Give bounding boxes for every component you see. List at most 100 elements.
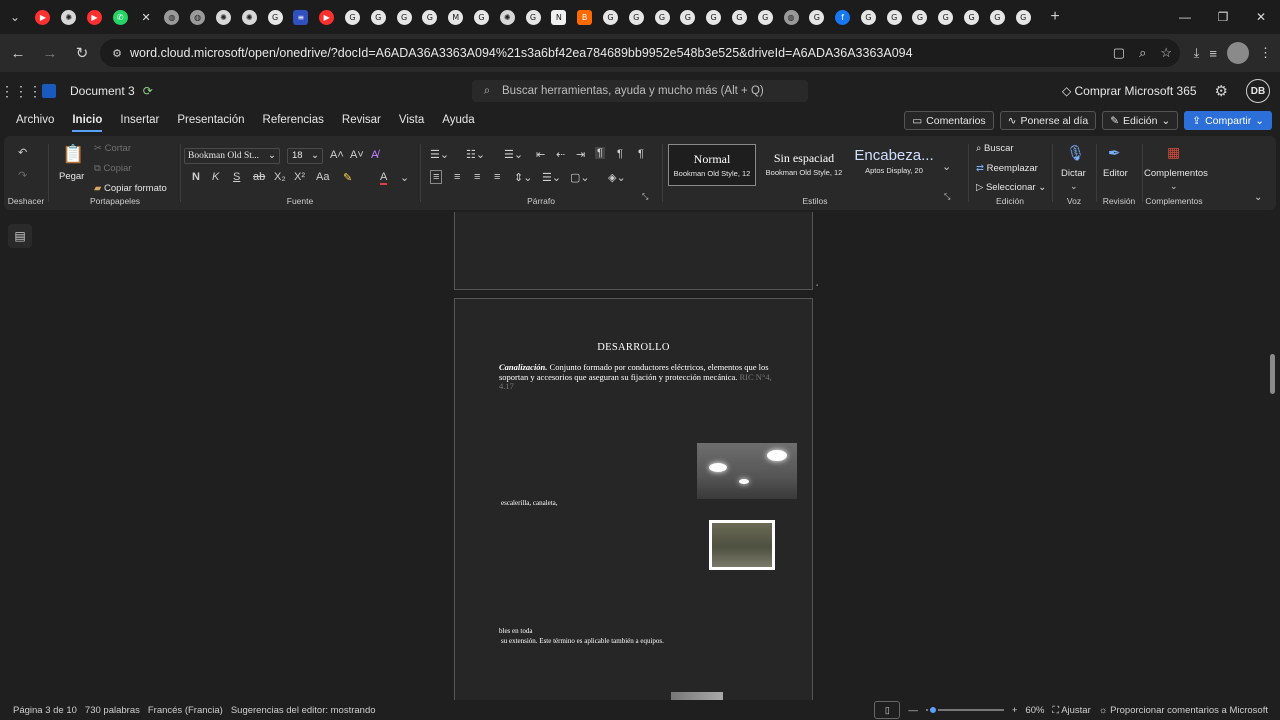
clipboard-icon[interactable]: ▢ xyxy=(1113,45,1125,61)
browser-tab[interactable]: ✺ xyxy=(494,0,520,34)
word-count[interactable]: 730 palabras xyxy=(85,705,140,716)
browser-tab[interactable]: G xyxy=(649,0,675,34)
forward-icon[interactable]: → xyxy=(36,39,64,67)
current-page[interactable]: DESARROLLO Canalización. Conjunto formad… xyxy=(454,298,813,700)
tab-revisar[interactable]: Revisar xyxy=(342,110,381,132)
previous-page[interactable] xyxy=(454,212,813,290)
cut-button[interactable]: ✂ Cortar xyxy=(94,143,131,154)
browser-tab[interactable]: G xyxy=(262,0,288,34)
editor-suggestions[interactable]: Sugerencias del editor: mostrando xyxy=(231,705,376,716)
browser-tab[interactable]: ✺ xyxy=(56,0,82,34)
browser-tab[interactable]: ✆ xyxy=(107,0,133,34)
catch-up-button[interactable]: ∿ Ponerse al día xyxy=(999,111,1097,130)
wall-conduit-image[interactable] xyxy=(709,520,775,570)
zoom-knob[interactable] xyxy=(927,705,938,715)
browser-tab[interactable]: M xyxy=(443,0,469,34)
bookmark-star-icon[interactable]: ☆ xyxy=(1160,45,1172,61)
browser-tab[interactable]: G xyxy=(469,0,495,34)
url-text[interactable]: word.cloud.microsoft/open/onedrive/?docI… xyxy=(130,46,1030,60)
browser-tab[interactable]: G xyxy=(623,0,649,34)
vertical-scrollbar[interactable] xyxy=(1270,354,1275,394)
browser-tab[interactable]: G xyxy=(1010,0,1036,34)
browser-tab[interactable]: ◍ xyxy=(778,0,804,34)
user-avatar[interactable]: DB xyxy=(1246,79,1270,103)
browser-tab[interactable]: N xyxy=(546,0,572,34)
browser-tab[interactable]: G xyxy=(933,0,959,34)
new-tab-button[interactable]: + xyxy=(1042,0,1068,34)
zoom-in-icon[interactable]: + xyxy=(1012,705,1018,716)
browser-tab[interactable]: G xyxy=(417,0,443,34)
document-text-line[interactable]: su extensión. Este término es aplicable … xyxy=(501,637,664,645)
copy-button[interactable]: ⧉ Copiar xyxy=(94,163,131,174)
zoom-level[interactable]: 60% xyxy=(1025,705,1044,716)
browser-tab[interactable]: G xyxy=(675,0,701,34)
tab-inicio[interactable]: Inicio xyxy=(72,110,103,132)
close-window-icon[interactable]: ✕ xyxy=(1242,0,1280,34)
browser-tab[interactable]: ✕ xyxy=(133,0,159,34)
document-heading[interactable]: DESARROLLO xyxy=(455,342,812,353)
browser-tab[interactable]: G xyxy=(752,0,778,34)
browser-tab[interactable]: ≡ xyxy=(288,0,314,34)
paste-button[interactable]: Pegar xyxy=(59,171,84,182)
language[interactable]: Francés (Francia) xyxy=(148,705,223,716)
browser-tab[interactable]: G xyxy=(804,0,830,34)
redo-icon[interactable]: ↷ xyxy=(18,169,27,182)
site-info-icon[interactable]: ⚙ xyxy=(104,47,130,60)
app-launcher-icon[interactable]: ⋮⋮⋮ xyxy=(0,83,42,100)
format-painter-button[interactable]: ▰ Copiar formato xyxy=(94,183,167,194)
browser-tab[interactable]: G xyxy=(856,0,882,34)
undo-icon[interactable]: ↶ xyxy=(18,146,27,159)
tab-vista[interactable]: Vista xyxy=(399,110,424,132)
browser-tab[interactable]: G xyxy=(340,0,366,34)
browser-tab[interactable]: ▶ xyxy=(314,0,340,34)
buy-microsoft-365-button[interactable]: ◇ Comprar Microsoft 365 xyxy=(1062,84,1197,98)
back-icon[interactable]: ← xyxy=(4,39,32,67)
share-button[interactable]: ⇪ Compartir ⌄ xyxy=(1184,111,1272,130)
reload-icon[interactable]: ↻ xyxy=(68,39,96,67)
tab-search-icon[interactable]: ⌄ xyxy=(0,0,30,34)
browser-tab[interactable]: G xyxy=(365,0,391,34)
browser-tab[interactable]: f xyxy=(830,0,856,34)
minimize-icon[interactable]: — xyxy=(1166,0,1204,34)
browser-tab[interactable]: ◍ xyxy=(159,0,185,34)
search-input[interactable]: ⌕ Buscar herramientas, ayuda y mucho más… xyxy=(472,80,808,102)
partial-image[interactable] xyxy=(671,692,723,700)
editing-mode-button[interactable]: ✎ Edición ⌄ xyxy=(1102,111,1179,130)
profile-avatar[interactable] xyxy=(1227,42,1249,64)
tab-insertar[interactable]: Insertar xyxy=(120,110,159,132)
ceiling-lights-image[interactable] xyxy=(697,443,797,499)
browser-tab[interactable]: ▶ xyxy=(30,0,56,34)
page-count[interactable]: Página 3 de 10 xyxy=(13,705,77,716)
document-paragraph[interactable]: Canalización. Conjunto formado por condu… xyxy=(499,362,779,392)
browser-tab[interactable]: ✺ xyxy=(236,0,262,34)
restore-icon[interactable]: ❐ xyxy=(1204,0,1242,34)
browser-tab[interactable]: B xyxy=(572,0,598,34)
word-logo-icon[interactable] xyxy=(42,84,56,98)
fit-button[interactable]: ⛶ Ajustar xyxy=(1052,705,1090,716)
tab-referencias[interactable]: Referencias xyxy=(263,110,324,132)
saved-status-icon[interactable]: ⟳ xyxy=(143,84,153,98)
browser-menu-icon[interactable]: ⋮ xyxy=(1259,45,1272,61)
browser-tab[interactable]: G xyxy=(959,0,985,34)
browser-tab[interactable]: G xyxy=(598,0,624,34)
zoom-slider[interactable] xyxy=(925,705,1004,715)
tab-presentacion[interactable]: Presentación xyxy=(177,110,244,132)
download-icon[interactable]: ⤓ xyxy=(1194,45,1200,61)
zoom-icon[interactable]: ⌕ xyxy=(1139,45,1146,61)
comments-button[interactable]: ▭ Comentarios xyxy=(904,111,994,130)
feedback-button[interactable]: ☼ Proporcionar comentarios a Microsoft xyxy=(1099,705,1268,716)
tab-archivo[interactable]: Archivo xyxy=(16,110,54,132)
settings-gear-icon[interactable]: ⚙ xyxy=(1215,82,1228,100)
browser-tab[interactable]: G xyxy=(727,0,753,34)
document-text-line[interactable]: bles en toda xyxy=(499,627,532,635)
document-title[interactable]: Document 3 xyxy=(70,84,135,98)
browser-tab[interactable]: G xyxy=(907,0,933,34)
print-layout-icon[interactable]: ▯ xyxy=(874,701,901,719)
tab-ayuda[interactable]: Ayuda xyxy=(442,110,474,132)
zoom-out-icon[interactable]: — xyxy=(908,705,918,716)
navigation-pane-icon[interactable]: ▤ xyxy=(8,224,32,248)
document-text-line[interactable]: escalerilla, canaleta, xyxy=(501,499,558,507)
paste-icon[interactable]: 📋 xyxy=(62,144,84,165)
address-bar[interactable]: ⚙ word.cloud.microsoft/open/onedrive/?do… xyxy=(100,39,1180,67)
browser-tab[interactable]: ◍ xyxy=(185,0,211,34)
